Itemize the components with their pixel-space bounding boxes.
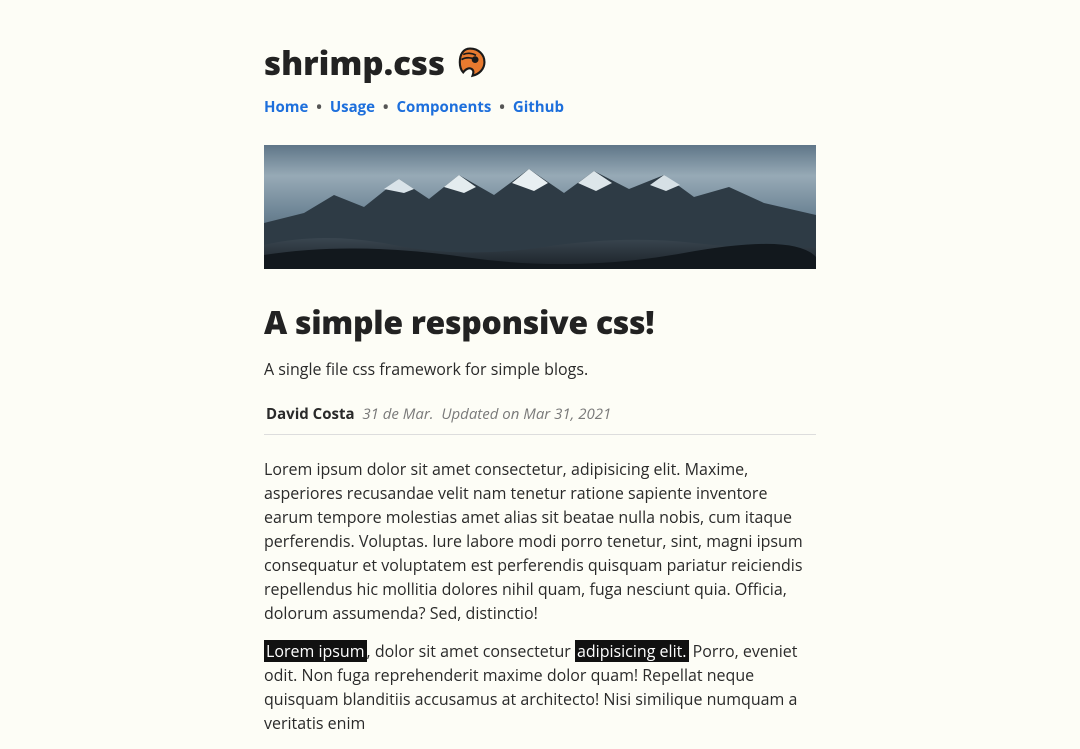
article-byline: David Costa 31 de Mar. Updated on Mar 31… [264,400,816,435]
nav-link-home[interactable]: Home [264,97,308,117]
article-body: Lorem ipsum dolor sit amet consectetur, … [264,457,816,735]
highlighted-text: Lorem ipsum [264,640,367,662]
site-title-text: shrimp.css [264,40,445,85]
site-title: shrimp.css [264,40,816,85]
article-tagline: A single file css framework for simple b… [264,358,816,380]
paragraph: Lorem ipsum, dolor sit amet consectetur … [264,639,816,735]
nav-link-github[interactable]: Github [513,97,564,117]
nav-separator: • [312,97,326,117]
hero-image [264,145,816,269]
publish-date: 31 de Mar. [362,404,433,424]
author-name: David Costa [266,404,355,424]
nav-separator: • [495,97,509,117]
nav-link-usage[interactable]: Usage [330,97,375,117]
nav-separator: • [379,97,393,117]
updated-date: Updated on Mar 31, 2021 [441,404,611,424]
paragraph: Lorem ipsum dolor sit amet consectetur, … [264,457,816,625]
nav-link-components[interactable]: Components [396,97,491,117]
article-headline: A simple responsive css! [264,301,816,344]
highlighted-text: adipisicing elit. [575,640,689,662]
shrimp-logo-icon [453,46,487,80]
text-segment: , dolor sit amet consectetur [367,640,575,662]
main-nav: Home • Usage • Components • Github [264,97,816,117]
